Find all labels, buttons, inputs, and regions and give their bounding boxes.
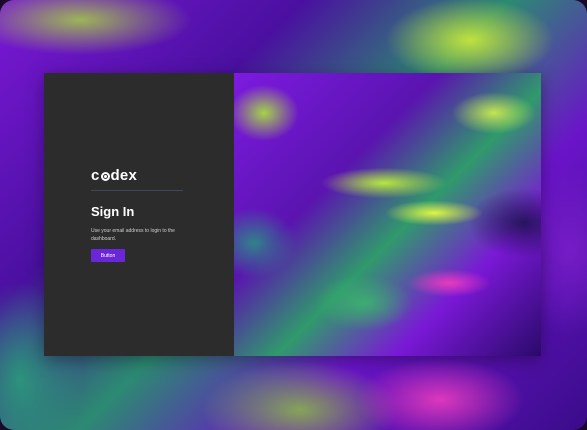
signin-description: Use your email address to login to the d… xyxy=(91,228,175,242)
hero-artwork xyxy=(234,73,541,356)
signin-card: c dex Sign In Use your email address to … xyxy=(44,73,541,356)
logo-divider xyxy=(91,190,183,191)
logo-o-icon xyxy=(100,172,110,181)
signin-button[interactable]: Button xyxy=(91,249,125,262)
logo-text-suffix: dex xyxy=(110,167,137,184)
logo-text-prefix: c xyxy=(91,167,100,184)
background-artwork: c dex Sign In Use your email address to … xyxy=(0,0,587,430)
page-title: Sign In xyxy=(91,204,135,219)
signin-panel: c dex Sign In Use your email address to … xyxy=(44,73,234,356)
codex-logo: c dex xyxy=(91,167,137,184)
